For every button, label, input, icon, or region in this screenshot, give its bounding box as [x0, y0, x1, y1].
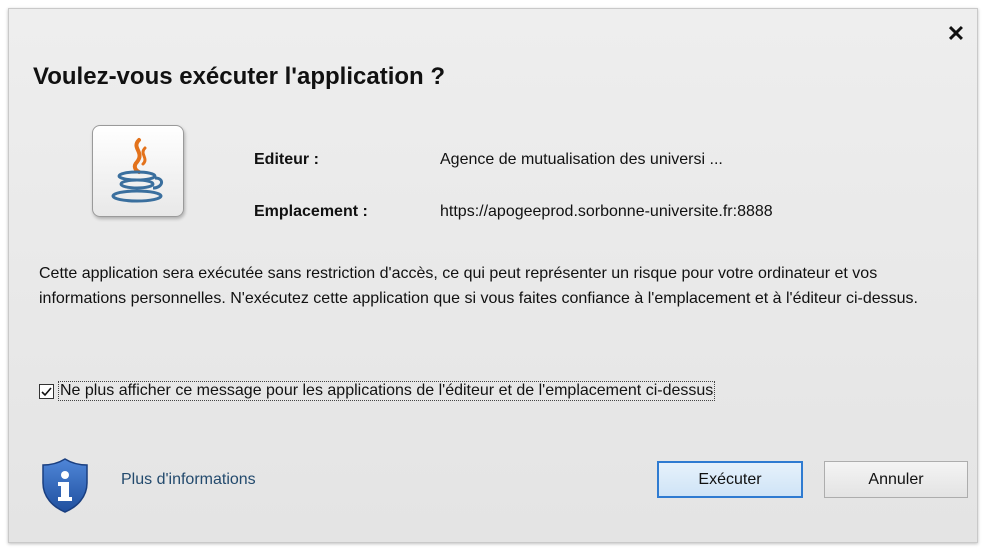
publisher-label: Editeur :	[254, 151, 319, 168]
publisher-value: Agence de mutualisation des universi ...	[440, 151, 723, 168]
dialog-title: Voulez-vous exécuter l'application ?	[33, 63, 446, 90]
shield-info-icon	[35, 455, 95, 520]
security-dialog: ✕ Voulez-vous exécuter l'application ? E…	[8, 8, 978, 543]
checkmark-icon	[41, 386, 52, 396]
cancel-button[interactable]: Annuler	[824, 461, 968, 498]
close-icon[interactable]: ✕	[945, 21, 967, 46]
dont-show-again-label[interactable]: Ne plus afficher ce message pour les app…	[58, 381, 716, 401]
dont-show-again-row[interactable]: Ne plus afficher ce message pour les app…	[39, 381, 716, 401]
location-label: Emplacement :	[254, 203, 368, 220]
dont-show-again-checkbox[interactable]	[39, 383, 54, 399]
location-value: https://apogeeprod.sorbonne-universite.f…	[440, 203, 773, 220]
more-info-link[interactable]: Plus d'informations	[121, 471, 256, 489]
warning-message: Cette application sera exécutée sans res…	[39, 265, 918, 307]
java-icon	[92, 125, 184, 217]
run-button[interactable]: Exécuter	[657, 461, 803, 498]
